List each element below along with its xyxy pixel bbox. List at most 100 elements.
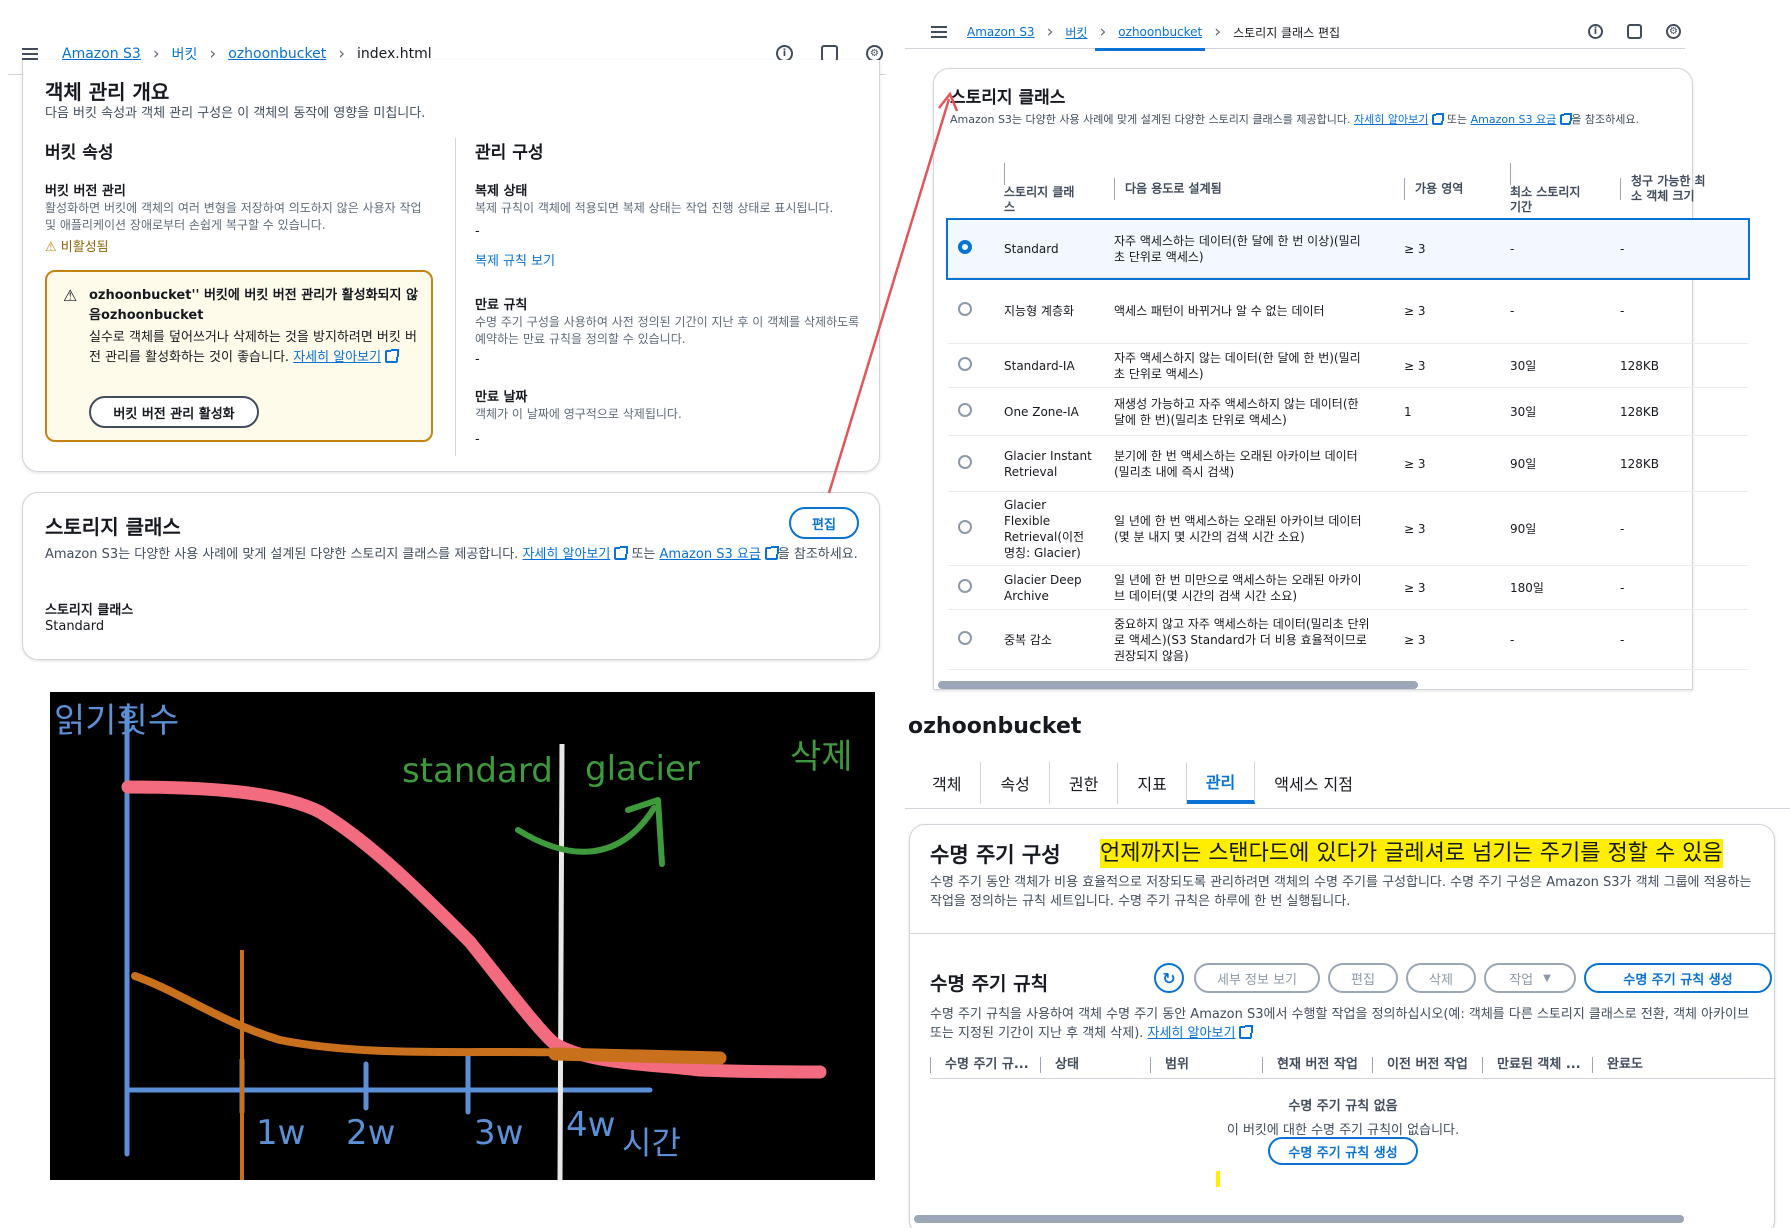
storage-class-size-cell: - <box>1610 277 1748 344</box>
replication-value: - <box>475 224 480 239</box>
col-designed-for[interactable]: 다음 용도로 설계됨 <box>1104 159 1394 220</box>
breadcrumb-buckets[interactable]: 버킷 <box>1065 24 1087 41</box>
storage-class-use-cell: 일 년에 한 번 액세스하는 오래된 아카이브 데이터(몇 분 내지 몇 시간의… <box>1104 491 1394 566</box>
storage-class-size-cell: 128KB <box>1610 435 1748 492</box>
s3-pricing-link[interactable]: Amazon S3 요금 <box>1471 113 1557 126</box>
refresh-icon: ↻ <box>1162 968 1176 988</box>
storage-class-use-cell: 액세스 패턴이 바뀌거나 알 수 없는 데이터 <box>1104 277 1394 344</box>
highlight-cursor <box>1216 1171 1220 1187</box>
external-link-icon <box>614 546 629 560</box>
empty-rules-title: 수명 주기 규칙 없음 <box>1288 1099 1398 1114</box>
storage-class-az-cell: ≥ 3 <box>1394 609 1500 670</box>
storage-class-select-card: 스토리지 클래스 Amazon S3는 다양한 사용 사례에 맞게 설계된 다양… <box>933 68 1750 690</box>
tab-management[interactable]: 관리 <box>1186 762 1256 804</box>
storage-class-name-cell: Glacier Instant Retrieval <box>994 435 1104 492</box>
tab-metrics[interactable]: 지표 <box>1118 762 1187 804</box>
horizontal-scrollbar[interactable] <box>938 681 1418 689</box>
create-rule-button[interactable]: 수명 주기 규칙 생성 <box>1584 963 1772 993</box>
storage-class-radio[interactable] <box>958 402 972 417</box>
rules-learn-more-link[interactable]: 자세히 알아보기 <box>1148 1026 1236 1041</box>
storage-class-row[interactable]: Glacier Instant Retrieval 분기에 한 번 액세스하는 오… <box>948 435 1748 492</box>
edit-storage-button[interactable]: 편집 <box>789 507 859 539</box>
breadcrumb-bucket[interactable]: ozhoonbucket <box>1118 25 1202 39</box>
storage-class-use-cell: 일 년에 한 번 미만으로 액세스하는 오래된 아카이브 데이터(몇 시간의 검… <box>1104 565 1394 610</box>
panel-icon[interactable] <box>1627 24 1642 39</box>
storage-class-radio[interactable] <box>958 454 972 469</box>
storage-class-name-cell: Glacier Flexible Retrieval(이전 명칭: Glacie… <box>994 491 1104 566</box>
view-replication-link[interactable]: 복제 규칙 보기 <box>475 250 555 269</box>
storage-class-use-cell: 자주 액세스하는 데이터(한 달에 한 번 이상)(밀리초 단위로 액세스) <box>1104 219 1394 278</box>
toolbar-icons: i ⚙ <box>1588 24 1681 39</box>
rules-column-header[interactable]: 현재 버전 작업 <box>1262 1056 1372 1073</box>
storage-class-row[interactable]: Standard 자주 액세스하는 데이터(한 달에 한 번 이상)(밀리초 단위… <box>946 217 1750 280</box>
refresh-button[interactable]: ↻ <box>1154 963 1184 993</box>
storage-class-radio[interactable] <box>958 301 972 316</box>
replication-desc: 복제 규칙이 객체에 적용되면 복제 상태는 작업 진행 상태로 표시됩니다. <box>475 201 834 215</box>
rules-column-header[interactable]: 수명 주기 규... <box>930 1056 1040 1073</box>
expiration-rule-title: 만료 규칙 <box>475 298 528 313</box>
storage-class-row[interactable]: 지능형 계층화 액세스 패턴이 바뀌거나 알 수 없는 데이터 ≥ 3-- <box>948 277 1748 344</box>
rules-table-header: 수명 주기 규... 상태 범위 현재 버전 작업 이전 버전 작업 만료된 객체 ...… <box>930 1051 1776 1079</box>
storage-class-row[interactable]: Standard-IA 자주 액세스하지 않는 데이터(한 달에 한 번)(밀리초… <box>948 343 1748 388</box>
storage-class-radio[interactable] <box>958 239 972 254</box>
tab-access-points[interactable]: 액세스 지점 <box>1255 762 1372 804</box>
rules-column-header[interactable]: 만료된 객체 ... <box>1482 1056 1592 1073</box>
rules-column-header[interactable]: 범위 <box>1150 1056 1262 1073</box>
storage-class-row[interactable]: Glacier Flexible Retrieval(이전 명칭: Glacie… <box>948 491 1748 566</box>
sketch-tick-3w: 3w <box>474 1113 523 1153</box>
edit-rule-button[interactable]: 편집 <box>1328 963 1398 993</box>
col-min-size[interactable]: 청구 가능한 최소 객체 크기 <box>1610 159 1748 220</box>
storage-class-row[interactable]: 중복 감소 중요하지 않고 자주 액세스하는 데이터(밀리초 단위로 액세스)(S… <box>948 609 1748 670</box>
view-details-button[interactable]: 세부 정보 보기 <box>1194 963 1320 993</box>
horizontal-scrollbar[interactable] <box>914 1215 1684 1223</box>
rules-column-header[interactable]: 이전 버전 작업 <box>1372 1056 1482 1073</box>
sketch-xlabel: 시간 <box>622 1124 681 1162</box>
storage-class-radio[interactable] <box>958 578 972 593</box>
storage-class-row[interactable]: One Zone-IA 재생성 가능하고 자주 액세스하지 않는 데이터(한 달에… <box>948 387 1748 436</box>
storage-class-radio[interactable] <box>958 630 972 645</box>
storage-class-name-cell: 중복 감소 <box>994 609 1104 670</box>
menu-icon[interactable] <box>931 23 947 41</box>
storage-learn-more-link[interactable]: 자세히 알아보기 <box>522 547 610 562</box>
storage-class-min-cell: 30일 <box>1500 343 1610 388</box>
annotation-highlight: 언제까지는 스탠다드에 있다가 글레셔로 넘기는 주기를 정할 수 있음 <box>1100 839 1723 868</box>
col-min-duration[interactable]: 최소 스토리지 기간 <box>1500 159 1610 220</box>
warning-body: 실수로 객체를 덮어쓰거나 삭제하는 것을 방지하려면 버킷 버전 관리를 활성… <box>89 330 417 365</box>
external-link-icon <box>385 349 400 363</box>
col-storage-class[interactable]: 스토리지 클래스 <box>994 159 1104 220</box>
rules-column-header[interactable]: 완료도 <box>1592 1056 1652 1073</box>
sketch-canvas: 읽기횟수 standard glacier 삭제 1w 2w 3w 4w 시간 <box>54 701 853 1180</box>
expiration-date-value: - <box>475 432 480 447</box>
breadcrumb-s3[interactable]: Amazon S3 <box>967 25 1035 39</box>
tab-permissions[interactable]: 권한 <box>1050 762 1119 804</box>
tab-properties[interactable]: 속성 <box>981 762 1050 804</box>
storage-learn-more-link[interactable]: 자세히 알아보기 <box>1354 113 1428 126</box>
storage-class-name-cell: Glacier Deep Archive <box>994 565 1104 610</box>
sketch-label-standard: standard <box>402 751 553 791</box>
col-az[interactable]: 가용 영역 <box>1394 159 1500 220</box>
storage-class-radio[interactable] <box>958 519 972 534</box>
tab-objects[interactable]: 객체 <box>913 762 982 804</box>
info-icon[interactable]: i <box>1588 24 1603 39</box>
empty-rules-desc: 이 버킷에 대한 수명 주기 규칙이 없습니다. <box>1226 1123 1460 1138</box>
storage-class-az-cell: ≥ 3 <box>1394 343 1500 388</box>
storage-class-row[interactable]: Glacier Deep Archive 일 년에 한 번 미만으로 액세스하는 … <box>948 565 1748 610</box>
storage-class-name-cell: One Zone-IA <box>994 387 1104 436</box>
actions-dropdown[interactable]: 작업 ▼ <box>1484 963 1576 993</box>
storage-class-radio[interactable] <box>958 356 972 371</box>
warning-learn-more-link[interactable]: 자세히 알아보기 <box>293 350 381 365</box>
storage-class-size-cell: - <box>1610 565 1748 610</box>
empty-create-rule-button[interactable]: 수명 주기 규칙 생성 <box>1268 1137 1418 1165</box>
enable-versioning-button[interactable]: 버킷 버전 관리 활성화 <box>89 396 259 428</box>
mgmt-title: 관리 구성 <box>475 143 544 163</box>
storage-class-min-cell: 90일 <box>1500 435 1610 492</box>
versioning-warning: ⚠ ozhoonbucket'' 버킷에 버킷 버전 관리가 활성화되지 않음o… <box>45 270 433 442</box>
rules-title: 수명 주기 규칙 <box>930 973 1049 995</box>
sketch-tick-4w: 4w <box>566 1105 615 1145</box>
s3-pricing-link[interactable]: Amazon S3 요금 <box>660 547 761 562</box>
settings-icon[interactable]: ⚙ <box>1666 24 1681 39</box>
storage-class-az-cell: ≥ 3 <box>1394 277 1500 344</box>
delete-rule-button[interactable]: 삭제 <box>1406 963 1476 993</box>
lifecycle-title: 수명 주기 구성 <box>930 843 1061 867</box>
rules-column-header[interactable]: 상태 <box>1040 1056 1150 1073</box>
